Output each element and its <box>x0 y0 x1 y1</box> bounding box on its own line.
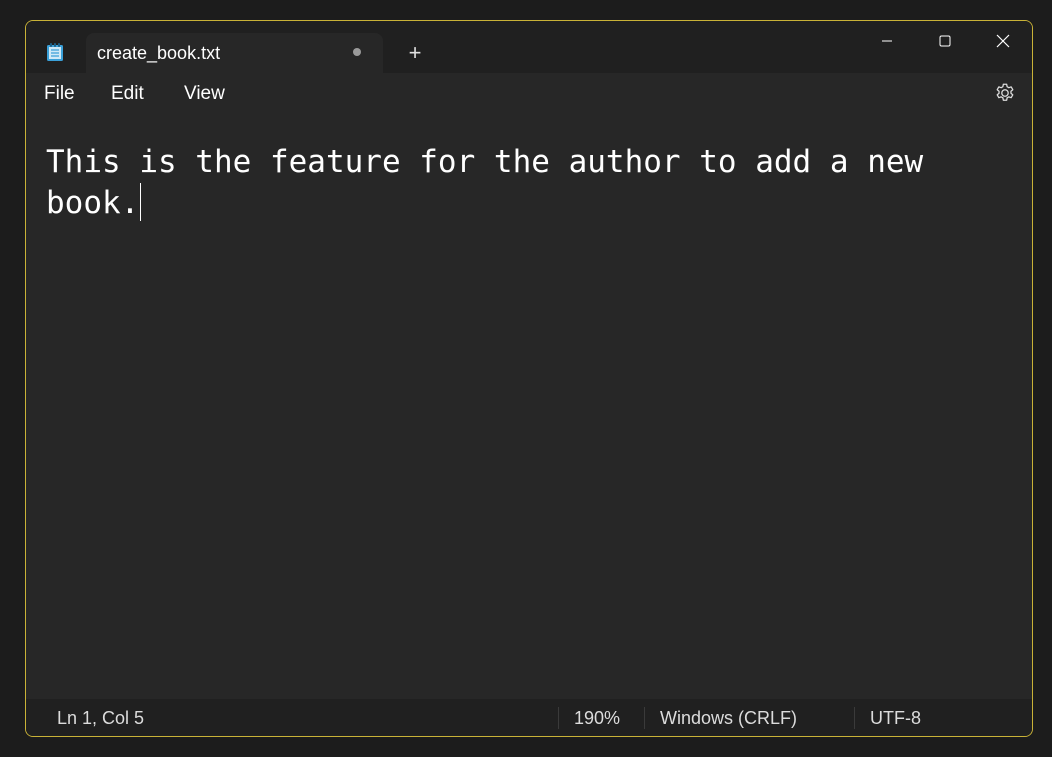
tab-title: create_book.txt <box>97 43 221 63</box>
menu-bar: File Edit View <box>26 73 1032 116</box>
editor-content[interactable]: This is the feature for the author to ad… <box>46 142 986 224</box>
close-button[interactable] <box>974 21 1032 61</box>
zoom-level[interactable]: 190% <box>574 708 620 729</box>
notepad-icon <box>47 43 63 61</box>
gear-icon[interactable] <box>994 82 1016 104</box>
text-editor[interactable]: This is the feature for the author to ad… <box>26 116 1032 699</box>
line-ending[interactable]: Windows (CRLF) <box>660 708 797 729</box>
unsaved-dot-icon[interactable] <box>353 48 361 56</box>
close-icon <box>996 34 1010 48</box>
menu-edit[interactable]: Edit <box>111 83 144 105</box>
status-divider <box>558 707 559 729</box>
title-bar[interactable]: create_book.txt + <box>26 21 1032 73</box>
text-caret <box>140 183 142 221</box>
status-divider <box>644 707 645 729</box>
new-tab-button[interactable]: + <box>401 39 429 67</box>
cursor-position: Ln 1, Col 5 <box>57 708 145 728</box>
menu-view[interactable]: View <box>184 83 225 105</box>
maximize-icon <box>939 35 951 47</box>
editor-text: This is the feature for the author to ad… <box>46 144 942 221</box>
menu-file[interactable]: File <box>44 83 75 105</box>
minimize-icon <box>882 40 892 42</box>
encoding[interactable]: UTF-8 <box>870 708 921 729</box>
status-divider <box>854 707 855 729</box>
notepad-window: create_book.txt + File Edit View This is… <box>25 20 1033 737</box>
tab-create-book[interactable]: create_book.txt <box>86 33 383 73</box>
minimize-button[interactable] <box>858 21 916 61</box>
status-bar: Ln 1, Col 5 190% Windows (CRLF) UTF-8 <box>26 699 1032 736</box>
maximize-button[interactable] <box>916 21 974 61</box>
